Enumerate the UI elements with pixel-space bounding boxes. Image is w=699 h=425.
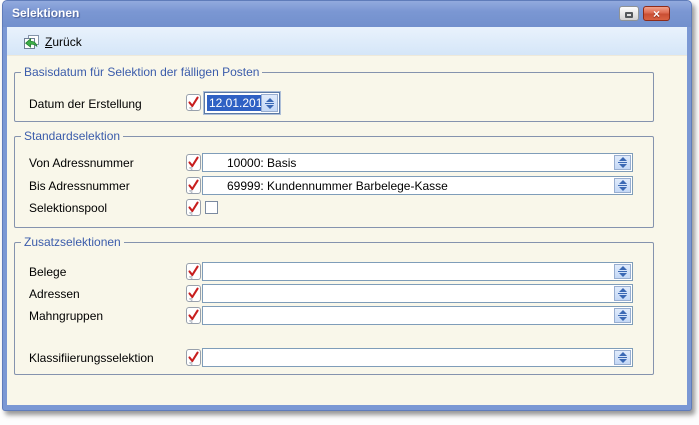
back-button[interactable]: Zurück xyxy=(17,30,88,53)
spin-up-icon xyxy=(266,98,274,102)
belege-field[interactable] xyxy=(202,262,633,281)
von-adressnummer-field[interactable]: 10000: Basis xyxy=(202,153,633,172)
red-check-note-icon[interactable] xyxy=(186,199,201,216)
restore-box-icon xyxy=(625,12,633,18)
field-label-von: Von Adressnummer xyxy=(29,156,134,170)
red-check-note-icon[interactable] xyxy=(186,285,201,302)
close-button[interactable]: × xyxy=(643,6,670,21)
minimize-button[interactable] xyxy=(619,6,639,21)
field-label-belege: Belege xyxy=(29,265,66,279)
spin-up-icon xyxy=(619,266,627,270)
spin-down-icon xyxy=(619,273,627,277)
spin-down-icon xyxy=(619,359,627,363)
field-value: 10000: Basis xyxy=(227,156,296,170)
spin-up-icon xyxy=(619,288,627,292)
spin-down-icon xyxy=(619,164,627,168)
selektionspool-checkbox[interactable] xyxy=(205,201,218,214)
adressen-field[interactable] xyxy=(202,284,633,303)
close-x-icon: × xyxy=(653,7,660,21)
spin-up-icon xyxy=(619,310,627,314)
spin-up-icon xyxy=(619,352,627,356)
field-spinner[interactable] xyxy=(614,308,631,323)
group-zusatzselektionen: Zusatzselektionen Belege Adressen xyxy=(14,242,654,375)
spin-up-icon xyxy=(619,157,627,161)
field-label-selektionspool: Selektionspool xyxy=(29,201,107,215)
field-spinner[interactable] xyxy=(614,155,631,170)
dialog-window: Selektionen × Zurück Basisdatum für Sele… xyxy=(2,0,692,411)
titlebar[interactable]: Selektionen × xyxy=(3,1,691,27)
spin-down-icon xyxy=(619,317,627,321)
window-title: Selektionen xyxy=(12,6,79,20)
red-check-note-icon[interactable] xyxy=(186,94,201,111)
toolbar: Zurück xyxy=(7,27,687,56)
mahngruppen-field[interactable] xyxy=(202,306,633,325)
field-spinner[interactable] xyxy=(614,178,631,193)
field-spinner[interactable] xyxy=(614,264,631,279)
red-check-note-icon[interactable] xyxy=(186,307,201,324)
field-spinner[interactable] xyxy=(614,286,631,301)
field-value: 69999: Kundennummer Barbelege-Kasse xyxy=(227,179,448,193)
form-content: Basisdatum für Selektion der fälligen Po… xyxy=(7,57,687,405)
spin-down-icon xyxy=(619,295,627,299)
field-label-adressen: Adressen xyxy=(29,287,80,301)
klassifiierungsselektion-field[interactable] xyxy=(202,348,633,367)
group-legend: Standardselektion xyxy=(21,129,123,143)
group-standardselektion: Standardselektion Von Adressnummer 10000… xyxy=(14,136,654,228)
red-check-note-icon[interactable] xyxy=(186,263,201,280)
green-back-arrow-icon xyxy=(23,34,40,50)
red-check-note-icon[interactable] xyxy=(186,349,201,366)
group-legend: Basisdatum für Selektion der fälligen Po… xyxy=(21,65,262,79)
spin-down-icon xyxy=(619,187,627,191)
field-label-klassifiierung: Klassifiierungsselektion xyxy=(29,351,154,365)
red-check-note-icon[interactable] xyxy=(186,177,201,194)
red-check-note-icon[interactable] xyxy=(186,154,201,171)
bis-adressnummer-field[interactable]: 69999: Kundennummer Barbelege-Kasse xyxy=(202,176,633,195)
field-label-mahngruppen: Mahngruppen xyxy=(29,309,103,323)
group-legend: Zusatzselektionen xyxy=(21,235,124,249)
group-basisdatum: Basisdatum für Selektion der fälligen Po… xyxy=(14,72,654,122)
datum-der-erstellung-input[interactable]: 12.01.2017 xyxy=(204,92,280,114)
field-spinner[interactable] xyxy=(614,350,631,365)
client-area: Zurück Basisdatum für Selektion der fäll… xyxy=(7,27,687,405)
date-spinner[interactable] xyxy=(261,94,278,112)
field-label-datum: Datum der Erstellung xyxy=(29,97,142,111)
spin-up-icon xyxy=(619,180,627,184)
back-button-label: Zurück xyxy=(45,35,82,49)
field-label-bis: Bis Adressnummer xyxy=(29,179,130,193)
spin-down-icon xyxy=(266,105,274,109)
